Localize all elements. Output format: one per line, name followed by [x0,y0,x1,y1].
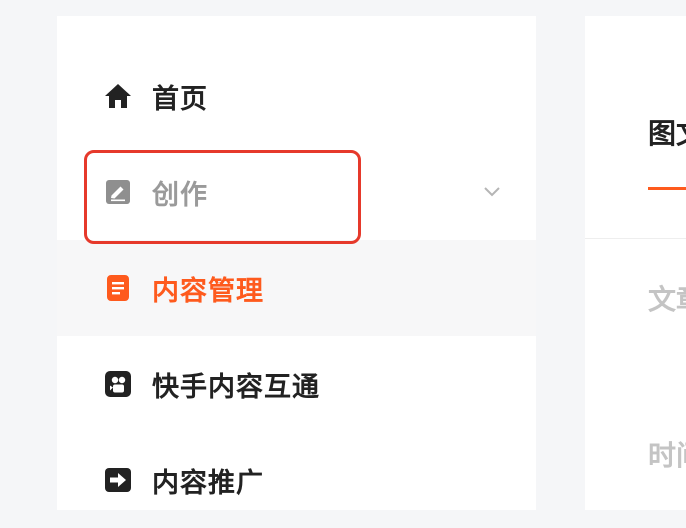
divider [585,238,686,239]
promote-arrow-icon [103,465,133,495]
sidebar-item-label: 首页 [152,83,208,115]
sidebar-item-create[interactable]: 创作 [57,144,536,240]
document-icon [103,273,133,303]
sidebar-item-kuaishou-sync[interactable]: 快手内容互通 [57,336,536,432]
sidebar-item-label: 内容推广 [152,467,264,499]
sidebar-item-label: 内容管理 [152,275,264,307]
active-tab-indicator [648,187,686,190]
sidebar-item-label: 快手内容互通 [152,371,320,403]
content-panel: 图文 文章 时间 [585,16,686,510]
chevron-down-icon[interactable] [481,181,503,203]
sidebar-item-label: 创作 [152,179,208,211]
sidebar-nav: 首页 创作 内容管理 快手内容互通 内容推广 [57,16,536,510]
sidebar-item-content-promotion[interactable]: 内容推广 [57,432,536,528]
field-label-time: 时间 [648,439,686,472]
field-label-article: 文章 [648,283,686,316]
edit-icon [103,177,133,207]
sidebar-item-home[interactable]: 首页 [57,48,536,144]
kuaishou-icon [103,369,133,399]
sidebar-item-content-management[interactable]: 内容管理 [57,240,536,336]
tab-image-text[interactable]: 图文 [648,112,686,152]
home-icon [103,81,133,111]
